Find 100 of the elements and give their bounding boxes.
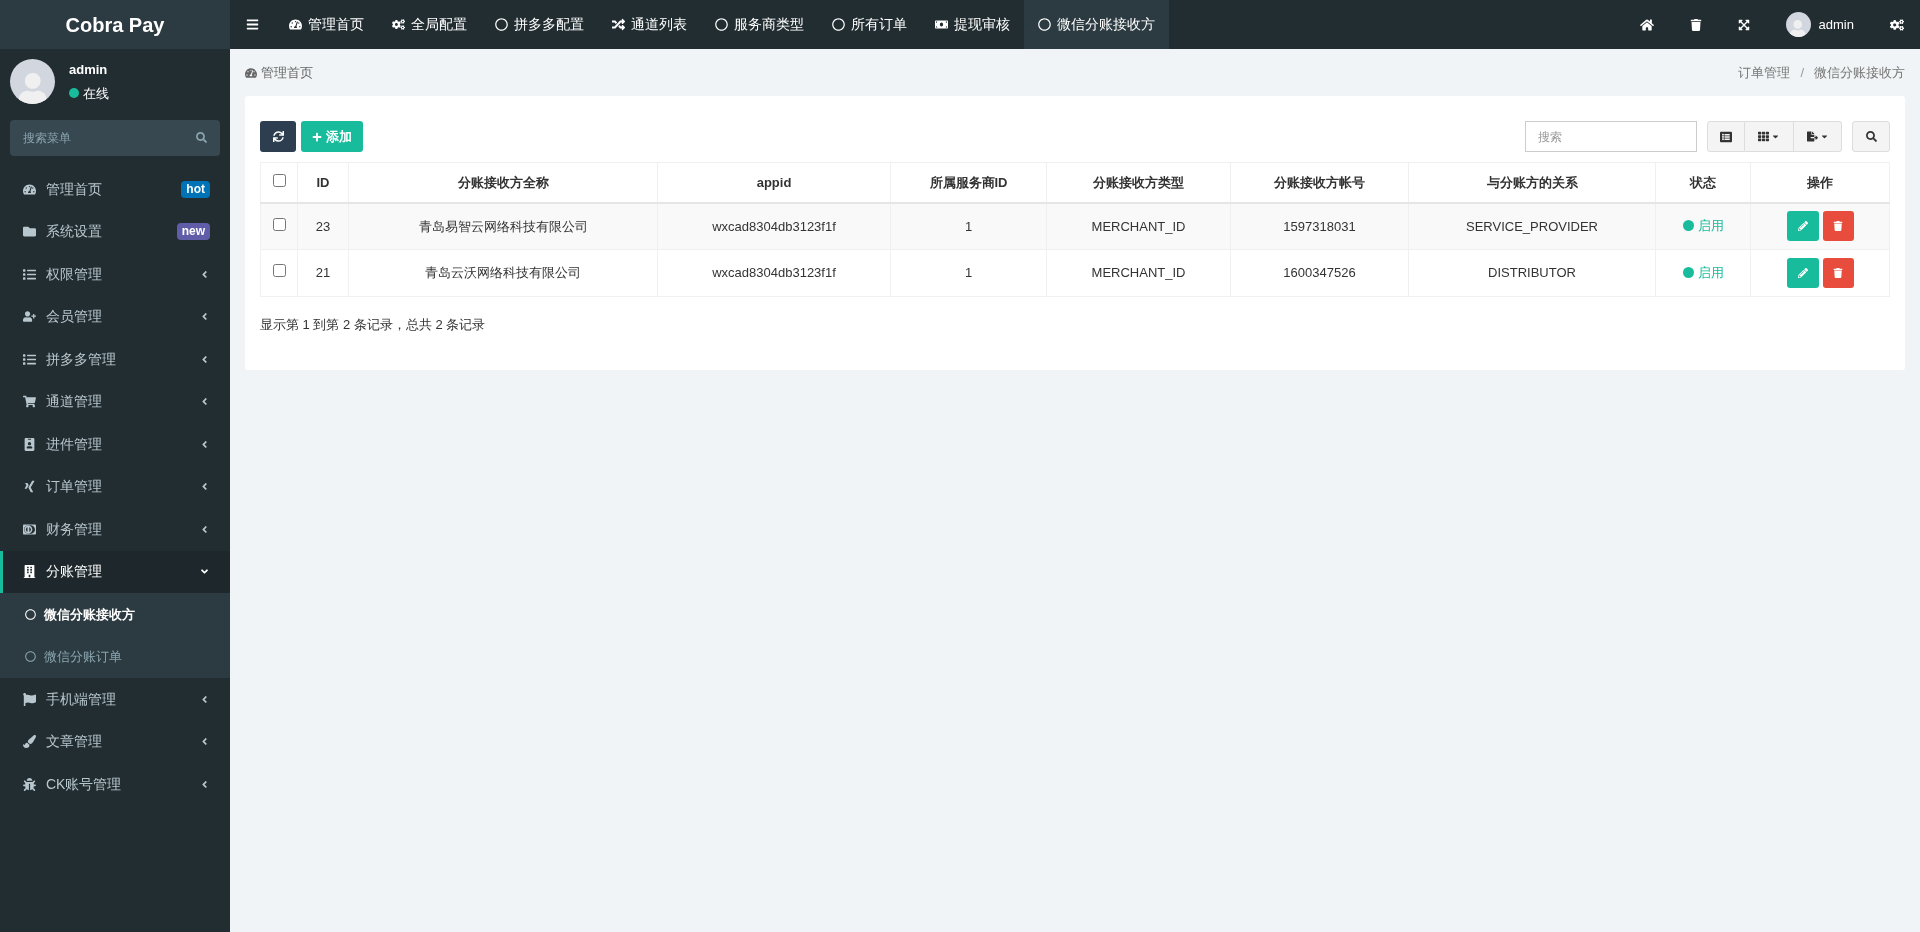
status-text: 启用 bbox=[1697, 216, 1724, 235]
table-cell: 1 bbox=[890, 202, 1047, 250]
export-button[interactable] bbox=[1794, 121, 1842, 152]
nav-tab[interactable]: 微信分账接收方 bbox=[1024, 0, 1169, 49]
search-icon bbox=[1865, 131, 1877, 142]
table-cell: MERCHANT_ID bbox=[1046, 249, 1231, 297]
table-cell: 23 bbox=[297, 202, 349, 250]
nav-tab[interactable]: 提现审核 bbox=[921, 0, 1024, 49]
avatar-icon bbox=[10, 59, 55, 104]
sidebar-item[interactable]: 财务管理 bbox=[0, 508, 230, 551]
grid-icon bbox=[1758, 131, 1769, 142]
table-cell: 1597318031 bbox=[1230, 202, 1409, 250]
export-icon bbox=[1806, 131, 1818, 142]
avatar-icon bbox=[1785, 12, 1811, 37]
nav-tab[interactable]: 服务商类型 bbox=[701, 0, 818, 49]
caret-icon bbox=[1819, 132, 1829, 141]
menu-search-field[interactable]: 搜索菜单 bbox=[10, 120, 220, 156]
fullscreen-icon[interactable] bbox=[1737, 18, 1750, 31]
nav-tab[interactable]: 管理首页 bbox=[275, 0, 378, 49]
dashboard-icon bbox=[289, 18, 302, 31]
breadcrumb-link[interactable]: 订单管理 bbox=[1738, 62, 1791, 83]
folder-icon bbox=[23, 225, 36, 239]
table-cell: 青岛云沃网络科技有限公司 bbox=[348, 249, 658, 297]
breadcrumb-separator: / bbox=[1800, 63, 1804, 82]
table-cell: SERVICE_PROVIDER bbox=[1408, 202, 1656, 250]
sidebar-item[interactable]: 手机端管理 bbox=[0, 678, 230, 721]
sidebar-item[interactable]: 权限管理 bbox=[0, 253, 230, 296]
delete-button[interactable] bbox=[1822, 258, 1854, 288]
sidebar-item[interactable]: 订单管理 bbox=[0, 465, 230, 508]
menu-badge: new bbox=[176, 223, 210, 241]
table-cell: MERCHANT_ID bbox=[1046, 202, 1231, 250]
table-cell: DISTRIBUTOR bbox=[1408, 249, 1656, 297]
brand-logo[interactable]: Cobra Pay bbox=[0, 0, 230, 49]
dashboard-icon bbox=[23, 182, 36, 196]
xing-icon bbox=[23, 480, 36, 494]
user-plus-icon bbox=[23, 310, 36, 324]
sidebar-item[interactable]: 会员管理 bbox=[0, 295, 230, 338]
home-icon[interactable] bbox=[1639, 17, 1654, 32]
column-header: ID bbox=[297, 162, 349, 203]
table-cell: wxcad8304db3123f1f bbox=[657, 202, 891, 250]
pencil-icon bbox=[1797, 221, 1808, 232]
search-icon[interactable] bbox=[196, 132, 207, 143]
refresh-button[interactable] bbox=[260, 121, 296, 152]
search-field[interactable]: 搜索 bbox=[1525, 121, 1697, 152]
column-header: 状态 bbox=[1655, 162, 1751, 203]
user-name[interactable]: admin bbox=[1818, 14, 1854, 35]
settings-icon[interactable] bbox=[1890, 17, 1904, 32]
sidebar-item[interactable]: 文章管理 bbox=[0, 720, 230, 763]
search-button[interactable] bbox=[1852, 121, 1890, 152]
toggle-view-button[interactable] bbox=[1707, 121, 1745, 152]
sidebar-item[interactable]: 管理首页 hot bbox=[0, 168, 230, 211]
column-header: 操作 bbox=[1750, 162, 1890, 203]
trash-icon bbox=[1833, 268, 1843, 278]
column-header: appid bbox=[657, 162, 891, 203]
column-header: 所属服务商ID bbox=[890, 162, 1047, 203]
trash-icon[interactable] bbox=[1689, 18, 1702, 31]
sidebar-item[interactable]: CK账号管理 bbox=[0, 763, 230, 806]
nav-tab[interactable]: 全局配置 bbox=[378, 0, 481, 49]
delete-button[interactable] bbox=[1822, 211, 1854, 242]
table-cell: 21 bbox=[297, 249, 349, 297]
list-icon bbox=[23, 352, 36, 366]
shuffle-icon bbox=[612, 18, 625, 31]
sidebar-item[interactable]: 拼多多管理 bbox=[0, 338, 230, 381]
banknote-icon bbox=[935, 18, 948, 31]
row-checkbox[interactable] bbox=[272, 264, 286, 278]
breadcrumb-link[interactable]: 微信分账接收方 bbox=[1814, 62, 1905, 83]
nav-tab[interactable]: 所有订单 bbox=[818, 0, 921, 49]
breadcrumb-home[interactable]: 管理首页 bbox=[261, 62, 313, 83]
cart-icon bbox=[23, 395, 36, 409]
user-name: admin bbox=[69, 61, 109, 79]
plus-icon bbox=[312, 131, 322, 142]
refresh-icon bbox=[272, 131, 284, 142]
table-cell: 1 bbox=[890, 249, 1047, 297]
nav-tab[interactable]: 通道列表 bbox=[598, 0, 701, 49]
columns-button[interactable] bbox=[1745, 121, 1794, 152]
row-checkbox[interactable] bbox=[272, 217, 286, 231]
bug-icon bbox=[23, 777, 36, 791]
column-header: 与分账方的关系 bbox=[1408, 162, 1656, 203]
list-icon bbox=[1720, 130, 1732, 143]
sidebar-subitem[interactable]: 微信分账订单 bbox=[0, 635, 230, 678]
user-status: 在线 bbox=[83, 84, 109, 103]
building-icon bbox=[23, 565, 36, 579]
sidebar-item[interactable]: 通道管理 bbox=[0, 380, 230, 423]
select-all-checkbox[interactable] bbox=[272, 173, 286, 187]
sidebar-item[interactable]: 分账管理 bbox=[0, 550, 230, 593]
column-header: 分账接收方帐号 bbox=[1230, 162, 1409, 203]
nav-tab[interactable]: 拼多多配置 bbox=[481, 0, 598, 49]
card-icon bbox=[23, 522, 36, 536]
caret-icon bbox=[1771, 132, 1780, 141]
column-header: 分账接收方类型 bbox=[1046, 162, 1231, 203]
badge-icon bbox=[23, 437, 36, 451]
dashboard-icon bbox=[245, 66, 257, 79]
sidebar-item[interactable]: 系统设置 new bbox=[0, 210, 230, 253]
brush-icon bbox=[23, 735, 36, 749]
table-cell: wxcad8304db3123f1f bbox=[657, 249, 891, 297]
sidebar-subitem[interactable]: 微信分账接收方 bbox=[0, 593, 230, 636]
sidebar-item[interactable]: 进件管理 bbox=[0, 423, 230, 466]
table-cell: 青岛易智云网络科技有限公司 bbox=[348, 202, 658, 250]
gears-icon bbox=[392, 18, 405, 31]
menu-badge: hot bbox=[181, 180, 210, 198]
